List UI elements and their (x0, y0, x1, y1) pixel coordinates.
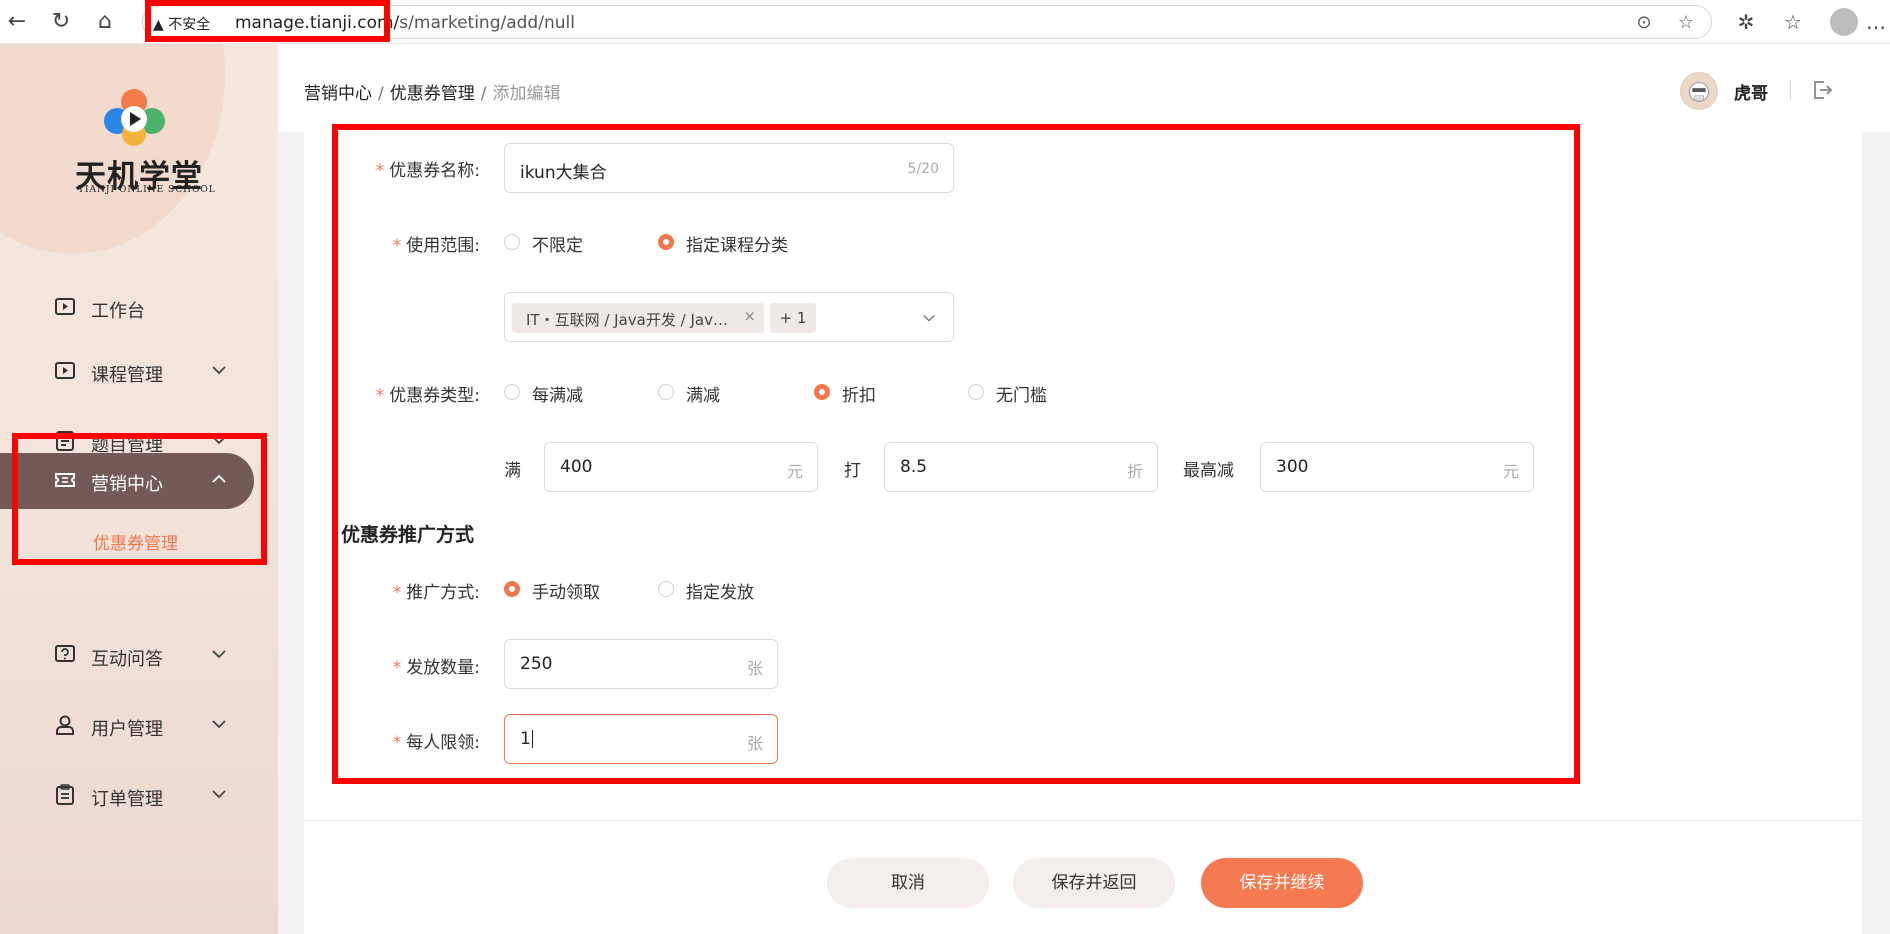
user-icon (56, 715, 74, 735)
sidebar: 天机学堂 TIANJI ONLINE SCHOOL 工作台 课程管理 题目管理 … (0, 44, 278, 934)
save-return-button[interactable]: 保存并返回 (1013, 858, 1175, 908)
selected-category-tag: IT・互联网 / Java开发 / Jav… × (512, 303, 764, 333)
max-discount-input[interactable]: 300 元 (1260, 442, 1534, 492)
text-cursor (531, 730, 533, 748)
field-label-scope: * 使用范围: (392, 236, 480, 256)
avatar-face-icon (1689, 82, 1709, 102)
menu-item-course[interactable]: 课程管理 (0, 347, 278, 397)
chevron-down-icon (923, 314, 935, 322)
logout-icon[interactable] (1810, 78, 1834, 102)
section-title-promotion: 优惠券推广方式 (341, 524, 475, 546)
play-square-icon (55, 298, 75, 315)
cancel-button[interactable]: 取消 (827, 858, 989, 908)
brand-subtitle: TIANJI ONLINE SCHOOL (78, 185, 216, 195)
category-select[interactable]: IT・互联网 / Java开发 / Jav… × + 1 (504, 292, 954, 342)
footer-divider (304, 820, 1862, 821)
menu-label: 用户管理 (91, 719, 163, 740)
header-divider (1790, 80, 1791, 100)
save-continue-button[interactable]: 保存并继续 (1201, 858, 1363, 908)
field-label-type: * 优惠券类型: (375, 386, 480, 406)
logo-icon (104, 89, 165, 146)
list-doc-icon (56, 431, 74, 451)
menu-item-users[interactable]: 用户管理 (0, 701, 278, 751)
back-icon[interactable]: ← (4, 10, 30, 34)
field-label-limit: * 每人限领: (392, 733, 480, 753)
menu-label: 订单管理 (91, 789, 163, 810)
ticket-icon (55, 473, 75, 487)
more-tags-count: + 1 (770, 303, 816, 333)
field-label-promo: * 推广方式: (392, 583, 480, 603)
chevron-down-icon (212, 436, 226, 445)
extensions-icon[interactable]: ✲ (1733, 10, 1759, 34)
play-square-icon (55, 362, 75, 379)
field-label-quantity: * 发放数量: (392, 658, 480, 678)
full-amount-input[interactable]: 400 元 (544, 442, 818, 492)
menu-label: 营销中心 (91, 474, 163, 495)
url-text: manage.tianji.com/s/marketing/add/null (235, 13, 575, 33)
char-counter: 5/20 (907, 161, 939, 177)
reload-icon[interactable]: ↻ (48, 10, 74, 34)
home-icon[interactable]: ⌂ (92, 10, 118, 34)
breadcrumb-item[interactable]: 优惠券管理 (390, 84, 475, 104)
coupon-name-input[interactable]: ikun大集合 5/20 (504, 143, 954, 193)
chevron-down-icon (212, 720, 226, 729)
browser-toolbar: ← ↻ ⌂ ▲ 不安全 manage.tianji.com/s/marketin… (0, 0, 1890, 44)
clipboard-icon (56, 784, 74, 805)
user-avatar[interactable] (1680, 72, 1718, 110)
max-discount-label: 最高减 (1183, 461, 1234, 481)
tag-close-icon[interactable]: × (743, 307, 756, 325)
question-icon (55, 645, 75, 662)
per-user-limit-input[interactable]: 1张 (504, 714, 778, 764)
insecure-warning[interactable]: ▲ 不安全 (153, 14, 210, 34)
chevron-down-icon (212, 790, 226, 799)
address-bar[interactable]: ▲ 不安全 manage.tianji.com/s/marketing/add/… (142, 5, 1712, 39)
chevron-down-icon (212, 650, 226, 659)
chevron-up-icon (212, 474, 226, 483)
breadcrumb-item[interactable]: 营销中心 (304, 84, 372, 104)
more-menu-icon[interactable]: … (1866, 10, 1886, 34)
menu-label: 课程管理 (91, 365, 163, 386)
menu-label: 互动问答 (91, 649, 163, 670)
breadcrumb-current: 添加编辑 (492, 84, 561, 104)
user-name[interactable]: 虎哥 (1734, 79, 1768, 104)
quantity-input[interactable]: 250 张 (504, 639, 778, 689)
page-header: 营销中心 / 优惠券管理 / 添加编辑 虎哥 (278, 44, 1890, 132)
menu-label: 工作台 (91, 301, 145, 322)
menu-item-orders[interactable]: 订单管理 (0, 771, 278, 821)
discount-input[interactable]: 8.5 折 (884, 442, 1158, 492)
full-label: 满 (504, 461, 521, 481)
chevron-down-icon (212, 366, 226, 375)
profile-avatar[interactable] (1830, 8, 1858, 36)
favorites-icon[interactable]: ☆ (1780, 10, 1806, 34)
breadcrumb: 营销中心 / 优惠券管理 / 添加编辑 (304, 84, 561, 104)
reader-icon[interactable]: ⊙ (1633, 12, 1655, 34)
menu-item-marketing[interactable]: 营销中心 (0, 453, 278, 509)
menu-item-workbench[interactable]: 工作台 (0, 283, 278, 333)
discount-label: 打 (844, 461, 861, 481)
favorite-star-icon[interactable]: ☆ (1675, 12, 1697, 34)
menu-item-qa[interactable]: 互动问答 (0, 631, 278, 681)
submenu-item-coupon[interactable]: 优惠券管理 (93, 529, 178, 554)
field-label-name: * 优惠券名称: (375, 161, 480, 181)
